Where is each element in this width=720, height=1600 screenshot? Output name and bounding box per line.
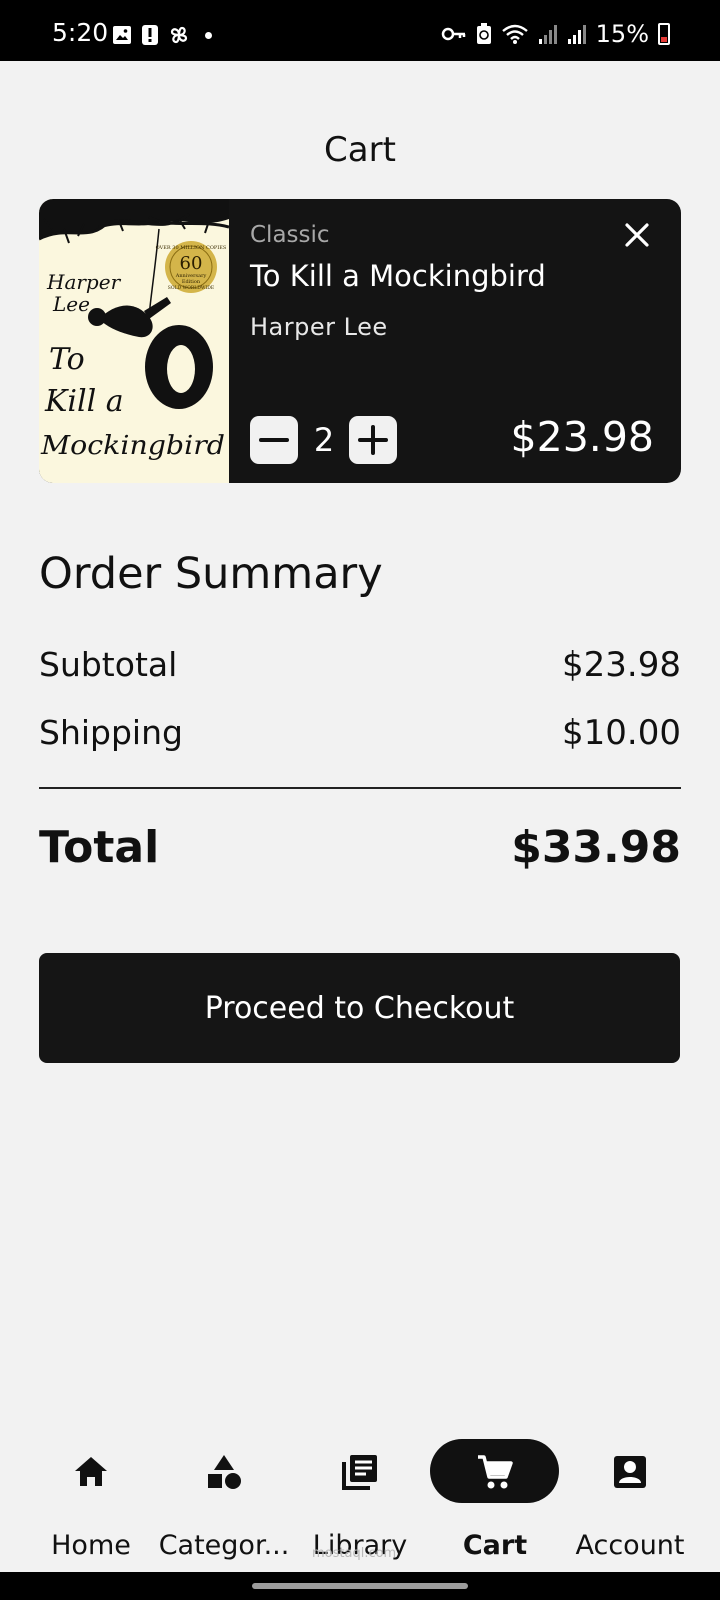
- cart-item-card[interactable]: OVER 30 MILLION COPIES 60 Anniversary Ed…: [39, 199, 681, 483]
- total-label: Total: [39, 822, 160, 873]
- battery-percentage: 15%: [595, 20, 649, 48]
- nav-label-account: Account: [575, 1530, 685, 1561]
- gesture-bar: [0, 1572, 720, 1600]
- item-title: To Kill a Mockingbird: [250, 259, 546, 293]
- book-cover-image: OVER 30 MILLION COPIES 60 Anniversary Ed…: [39, 199, 229, 483]
- status-time: 5:20: [52, 18, 109, 47]
- cover-author-line2: Lee: [52, 292, 90, 316]
- shipping-label: Shipping: [39, 713, 183, 752]
- increase-quantity-button[interactable]: [349, 416, 397, 464]
- close-icon: [625, 223, 649, 247]
- nav-label-home: Home: [51, 1530, 131, 1561]
- nav-item-account[interactable]: Account: [560, 1418, 700, 1568]
- order-summary-title: Order Summary: [39, 549, 383, 599]
- pinwheel-icon: [170, 26, 188, 44]
- plus-icon: [358, 425, 388, 455]
- item-author: Harper Lee: [250, 313, 388, 341]
- badge-mid2-text: Edition: [182, 279, 201, 285]
- alert-icon: [142, 25, 158, 45]
- quantity-value: 2: [313, 421, 335, 459]
- nav-item-home[interactable]: Home: [21, 1418, 161, 1568]
- watermark: mostaql.com: [312, 1546, 397, 1561]
- cover-title-line2: Kill a: [44, 384, 124, 419]
- cover-title-line1: To: [49, 342, 85, 377]
- battery-icon: [658, 23, 670, 45]
- remove-item-button[interactable]: [621, 219, 653, 251]
- wifi-icon: [501, 24, 528, 44]
- subtotal-label: Subtotal: [39, 645, 178, 684]
- cover-title-line3: Mockingbird: [40, 431, 225, 461]
- status-notification-icons: [112, 24, 212, 46]
- minus-icon: [259, 438, 289, 442]
- decrease-quantity-button[interactable]: [250, 416, 298, 464]
- total-value: $33.98: [511, 822, 681, 873]
- image-icon: [113, 26, 131, 44]
- subtotal-value: $23.98: [562, 645, 681, 685]
- gesture-handle[interactable]: [252, 1583, 468, 1589]
- cart-icon: [478, 1455, 513, 1489]
- page-title: Cart: [324, 130, 396, 170]
- home-icon: [75, 1457, 107, 1486]
- summary-divider: [39, 787, 681, 789]
- badge-bottom-text: SOLD WORLDWIDE: [168, 285, 214, 291]
- item-category: Classic: [250, 222, 330, 248]
- nav-label-categories: Categor...: [158, 1530, 290, 1561]
- nav-item-categories[interactable]: Categor...: [154, 1418, 294, 1568]
- shipping-value: $10.00: [562, 713, 681, 753]
- library-icon: [342, 1455, 377, 1490]
- categories-icon: [208, 1455, 241, 1489]
- battery-saver-icon: [476, 23, 491, 44]
- status-system-icons: 15%: [441, 20, 670, 48]
- nav-item-cart[interactable]: Cart: [425, 1418, 565, 1568]
- checkout-button-label: Proceed to Checkout: [204, 990, 515, 1026]
- account-icon: [614, 1456, 646, 1488]
- proceed-to-checkout-button[interactable]: Proceed to Checkout: [39, 953, 680, 1063]
- badge-number: 60: [180, 253, 203, 274]
- book-cover-art: OVER 30 MILLION COPIES 60 Anniversary Ed…: [39, 199, 229, 483]
- cover-author-line1: Harper: [46, 270, 122, 294]
- item-price: $23.98: [510, 413, 654, 461]
- signal-icon: [567, 25, 586, 44]
- badge-top-text: OVER 30 MILLION COPIES: [156, 245, 227, 251]
- key-icon: [441, 27, 465, 41]
- dot-icon: [205, 31, 212, 39]
- status-bar: 5:20 15%: [0, 0, 720, 61]
- signal-icon: [538, 25, 557, 44]
- nav-label-cart: Cart: [462, 1530, 528, 1561]
